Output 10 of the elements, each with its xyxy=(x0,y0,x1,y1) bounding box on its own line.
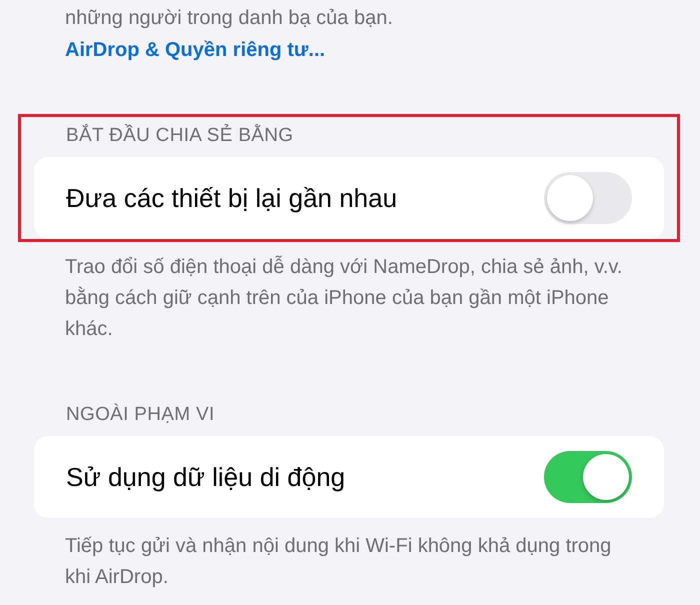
section-header: NGOÀI PHẠM VI xyxy=(65,404,216,427)
row-label: Sử dụng dữ liệu di động xyxy=(66,462,346,492)
section-footer: Tiếp tục gửi và nhận nội dung khi Wi-Fi không khả dụng trong khi AirDrop. xyxy=(33,531,635,593)
toggle-switch[interactable] xyxy=(544,451,632,503)
toggle-switch[interactable] xyxy=(544,172,632,224)
description-text: những người trong danh bạ của bạn. AirDrop & Quyền riêng tư... xyxy=(64,6,394,63)
section-header: BẮT ĐẦU CHIA SẺ BẰNG xyxy=(65,125,294,148)
row-label: Đưa các thiết bị lại gần nhau xyxy=(66,182,398,214)
section-footer: Trao đổi số điện thoại dễ dàng với NameDrop, chia sẻ ảnh, v.v. bằng cách giữ cạnh trên của iPhone của bạn gần một iPhone khác. xyxy=(33,252,635,345)
privacy-link[interactable]: AirDrop & Quyền riêng tư... xyxy=(65,39,326,61)
